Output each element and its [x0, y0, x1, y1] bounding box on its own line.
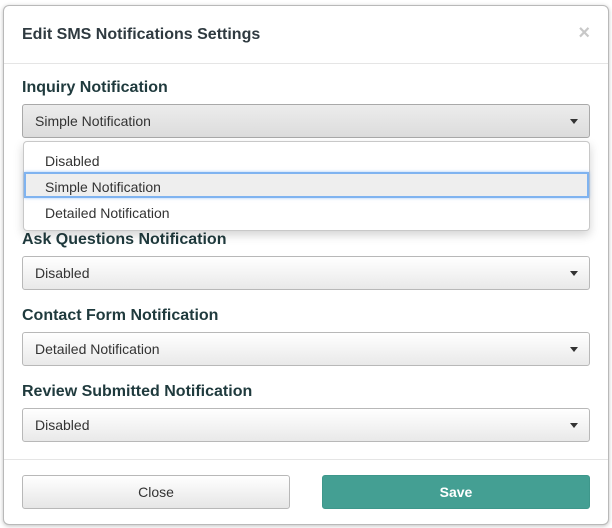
select-value: Disabled — [35, 265, 90, 281]
close-icon[interactable]: × — [578, 23, 590, 43]
caret-down-icon — [570, 347, 578, 352]
contact-form-notification-select[interactable]: Detailed Notification — [22, 332, 590, 366]
dropdown-option-simple-notification[interactable]: Simple Notification — [24, 172, 589, 198]
dropdown-option-detailed-notification[interactable]: Detailed Notification — [24, 198, 589, 224]
inquiry-notification-dropdown: Disabled Simple Notification Detailed No… — [23, 141, 590, 231]
save-button[interactable]: Save — [322, 475, 590, 509]
close-button[interactable]: Close — [22, 475, 290, 509]
review-submitted-notification-label: Review Submitted Notification — [22, 383, 253, 400]
review-submitted-notification-select[interactable]: Disabled — [22, 408, 590, 442]
select-value: Simple Notification — [35, 113, 151, 129]
dropdown-option-disabled[interactable]: Disabled — [24, 146, 589, 172]
dialog-header: Edit SMS Notifications Settings × — [4, 6, 608, 64]
sms-settings-dialog: Edit SMS Notifications Settings × Inquir… — [3, 5, 609, 525]
caret-down-icon — [570, 271, 578, 276]
caret-down-icon — [570, 119, 578, 124]
select-value: Detailed Notification — [35, 341, 160, 357]
select-value: Disabled — [35, 417, 90, 433]
ask-questions-notification-label: Ask Questions Notification — [22, 231, 227, 248]
ask-questions-notification-select[interactable]: Disabled — [22, 256, 590, 290]
caret-down-icon — [570, 423, 578, 428]
contact-form-notification-label: Contact Form Notification — [22, 307, 219, 324]
inquiry-notification-select[interactable]: Simple Notification — [22, 104, 590, 138]
inquiry-notification-label: Inquiry Notification — [22, 79, 168, 96]
dialog-title: Edit SMS Notifications Settings — [22, 26, 261, 43]
dialog-footer: Close Save — [4, 459, 608, 525]
